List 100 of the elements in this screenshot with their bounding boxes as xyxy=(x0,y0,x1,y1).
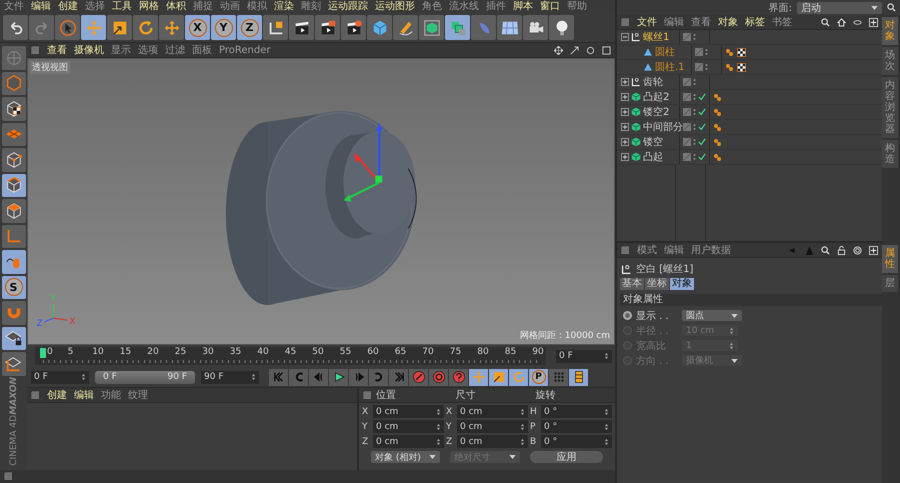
grip-icon[interactable] xyxy=(4,472,13,481)
grip-icon[interactable] xyxy=(363,390,372,400)
search-icon[interactable] xyxy=(821,246,830,254)
menu-item[interactable]: 创建 xyxy=(58,0,78,13)
material-tag-icon[interactable] xyxy=(737,62,746,72)
coordinate-field[interactable]: 0 cm xyxy=(457,420,528,433)
spinner-icon[interactable] xyxy=(436,422,441,430)
menu-item[interactable]: 创建 xyxy=(47,388,67,402)
snap-button[interactable]: P xyxy=(529,368,548,386)
visibility-dots-icon[interactable] xyxy=(705,48,708,56)
tool-button[interactable] xyxy=(2,148,26,172)
current-frame-field[interactable]: 0 F xyxy=(556,350,612,362)
menu-item[interactable]: 网格 xyxy=(139,0,159,13)
coordinate-field[interactable]: 0 cm xyxy=(457,435,528,448)
search-icon[interactable] xyxy=(821,18,830,26)
menu-item[interactable]: 查看 xyxy=(691,16,711,28)
end-frame-field[interactable]: 90 F xyxy=(201,370,259,384)
coordinate-field[interactable]: 0 cm xyxy=(373,420,444,433)
visibility-dots-icon[interactable] xyxy=(693,123,696,131)
visibility-dots-icon[interactable] xyxy=(693,108,696,116)
spinner-icon[interactable] xyxy=(520,408,525,416)
menu-item[interactable]: 文件 xyxy=(4,0,24,13)
search-icon[interactable] xyxy=(887,3,896,12)
material-tag-icon[interactable] xyxy=(737,48,746,56)
spinner-icon[interactable] xyxy=(729,326,734,334)
add-icon[interactable] xyxy=(869,18,878,26)
coordinate-field[interactable]: 0 cm xyxy=(373,405,444,418)
expand-toggle[interactable] xyxy=(621,123,629,131)
menu-item[interactable]: 渲染 xyxy=(274,0,294,13)
coordinate-field[interactable]: 0 ° xyxy=(541,435,612,448)
grip-icon[interactable] xyxy=(621,18,630,26)
object-name[interactable]: 圆柱 xyxy=(655,45,675,59)
menu-item[interactable]: 运动图形 xyxy=(375,0,415,13)
object-name[interactable]: 圆柱.1 xyxy=(655,60,685,74)
spinner-icon[interactable] xyxy=(436,408,441,416)
spinner-icon[interactable] xyxy=(251,373,256,381)
menu-item[interactable]: 选择 xyxy=(85,0,105,13)
frame-range-slider[interactable]: 0 F 90 F xyxy=(95,370,195,384)
menu-item[interactable]: 动画 xyxy=(220,0,240,13)
tool-button[interactable] xyxy=(2,199,26,222)
tool-button[interactable] xyxy=(569,368,588,386)
menu-item[interactable]: 捕捉 xyxy=(193,0,213,13)
zoom-arrow-icon[interactable] xyxy=(570,46,579,54)
grip-icon[interactable] xyxy=(621,246,630,254)
spinner-icon[interactable] xyxy=(604,422,609,430)
tab[interactable]: 对象 xyxy=(670,278,694,290)
snap-button[interactable]: X xyxy=(185,15,210,40)
apply-button[interactable]: 应用 xyxy=(530,451,603,463)
expand-toggle[interactable] xyxy=(621,93,629,101)
menu-item[interactable]: 体积 xyxy=(166,0,186,13)
visibility-dots-icon[interactable] xyxy=(693,33,696,41)
spinner-icon[interactable] xyxy=(729,342,734,350)
object-name[interactable]: 镂空2 xyxy=(643,105,670,119)
orbit-icon[interactable] xyxy=(586,46,595,54)
expand-toggle[interactable] xyxy=(621,153,629,161)
menu-item[interactable]: 功能 xyxy=(101,388,121,402)
side-tab[interactable]: 内容浏览器 xyxy=(882,77,898,138)
menu-item[interactable]: 运动跟踪 xyxy=(328,0,368,13)
animation-toggle[interactable] xyxy=(623,311,632,320)
menu-item[interactable]: 编辑 xyxy=(664,244,684,256)
tab[interactable]: 坐标 xyxy=(645,278,669,290)
object-name[interactable]: 齿轮 xyxy=(643,75,663,89)
dropdown[interactable]: 圆点 xyxy=(682,310,742,321)
tool-button[interactable] xyxy=(2,352,26,376)
coordinate-field[interactable]: 0 cm xyxy=(373,435,444,448)
menu-item[interactable]: 流水线 xyxy=(449,0,479,13)
home-icon[interactable] xyxy=(837,18,846,26)
checkmark-icon[interactable] xyxy=(698,138,706,146)
expand-toggle[interactable] xyxy=(621,108,629,116)
add-icon[interactable] xyxy=(869,246,878,254)
side-tab[interactable]: 对象 xyxy=(882,17,898,45)
ellipse-icon[interactable] xyxy=(853,18,862,26)
checkmark-icon[interactable] xyxy=(698,153,706,161)
menu-item[interactable]: 模拟 xyxy=(247,0,267,13)
spinner-icon[interactable] xyxy=(604,438,609,446)
spinner-icon[interactable] xyxy=(604,352,609,360)
coordinate-field[interactable]: 0 cm xyxy=(457,405,528,418)
tool-button[interactable] xyxy=(315,15,340,40)
visibility-dots-icon[interactable] xyxy=(693,93,696,101)
menu-item[interactable]: 显示 xyxy=(111,44,131,56)
menu-item[interactable]: 纹理 xyxy=(128,388,148,402)
tab[interactable]: 基本 xyxy=(620,278,644,290)
coordinate-mode-dropdown[interactable]: 对象 (相对) xyxy=(371,451,440,463)
snap-button[interactable]: S xyxy=(2,276,26,299)
menu-item[interactable]: 编辑 xyxy=(664,16,684,28)
maximize-icon[interactable] xyxy=(602,46,611,54)
menu-item[interactable]: 工具 xyxy=(112,0,132,13)
menu-item[interactable]: ProRender xyxy=(219,44,270,56)
spinner-icon[interactable] xyxy=(604,408,609,416)
3d-viewport[interactable]: 透视视图 Y Z X 网格间距 : 10000 cm xyxy=(27,58,615,345)
tool-button[interactable] xyxy=(107,15,132,40)
grip-icon[interactable] xyxy=(31,390,40,400)
checkmark-icon[interactable] xyxy=(698,93,706,101)
object-name[interactable]: 螺丝1 xyxy=(643,30,670,44)
checkmark-icon[interactable] xyxy=(698,123,706,131)
spinner-icon[interactable] xyxy=(520,422,525,430)
menu-item[interactable]: 窗口 xyxy=(540,0,560,13)
menu-item[interactable]: 书签 xyxy=(772,16,792,28)
spinner-icon[interactable] xyxy=(436,438,441,446)
object-name[interactable]: 凸起2 xyxy=(643,90,670,104)
